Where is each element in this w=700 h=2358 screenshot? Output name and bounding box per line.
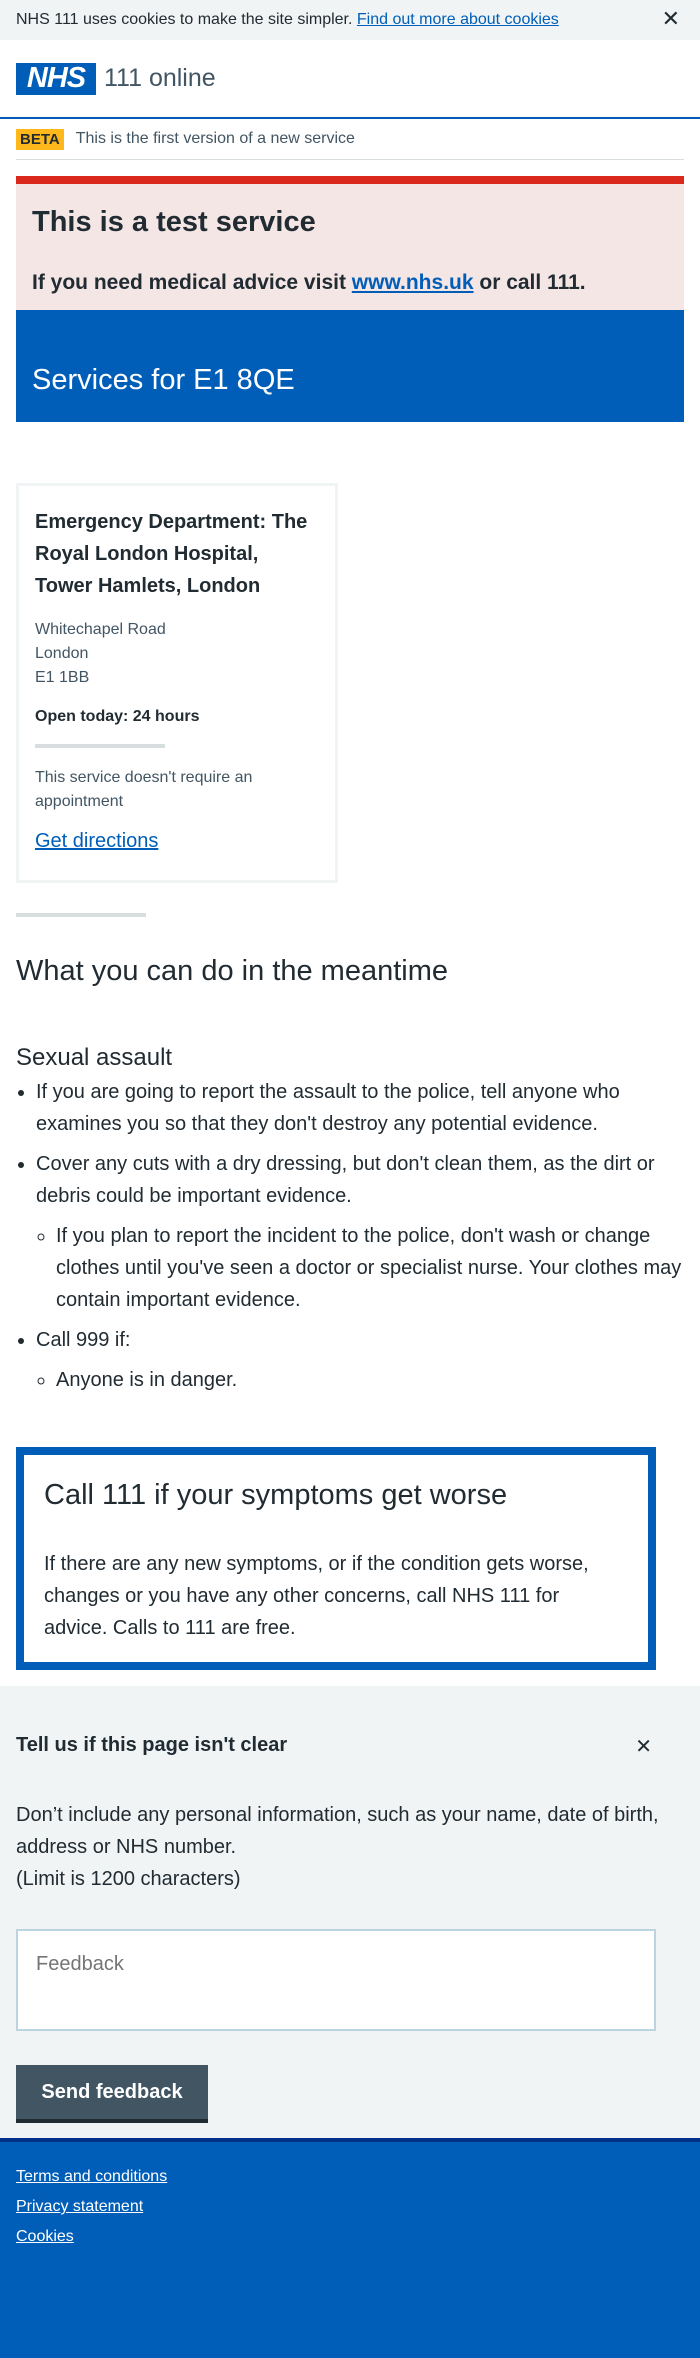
- appointment-note: This service doesn't require an appointm…: [35, 769, 253, 810]
- address-line: E1 1BB: [35, 669, 90, 686]
- meantime-title: What you can do in the meantime: [16, 955, 449, 987]
- cookies-link[interactable]: Cookies: [16, 2228, 684, 2246]
- opening-hours: Open today: 24 hours: [35, 708, 200, 725]
- list-item: Cover any cuts with a dry dressing, but …: [36, 1148, 684, 1316]
- feedback-limit: (Limit is 1200 characters): [16, 1868, 241, 1890]
- service-name-heading: Emergency Department: The Royal London H…: [35, 511, 308, 597]
- nhs-website-link[interactable]: www.nhs.uk: [352, 271, 474, 294]
- cookie-text: NHS 111 uses cookies to make the site si…: [16, 11, 353, 28]
- list-item: Call 999 if: Anyone is in danger.: [36, 1324, 684, 1396]
- test-service-title: This is a test service: [32, 206, 316, 238]
- service-card: Emergency Department: The Royal London H…: [16, 483, 338, 883]
- care-card: Call 111 if your symptoms get worse If t…: [16, 1447, 656, 1670]
- list-item: If you plan to report the incident to th…: [56, 1220, 684, 1316]
- close-icon[interactable]: ✕: [662, 6, 680, 32]
- feedback-section: Tell us if this page isn't clear ✕ Don’t…: [0, 1686, 700, 2138]
- cookie-info-link[interactable]: Find out more about cookies: [357, 11, 559, 29]
- test-service-box: This is a test service If you need medic…: [16, 176, 684, 310]
- beta-text: This is the first version of a new servi…: [75, 130, 355, 147]
- service-address: Whitechapel Road London E1 1BB: [35, 618, 319, 690]
- nhs-logo[interactable]: NHS: [16, 62, 96, 95]
- service-name[interactable]: 111 online: [104, 64, 216, 93]
- address-line: London: [35, 645, 89, 662]
- privacy-link[interactable]: Privacy statement: [16, 2198, 684, 2216]
- address-line: Whitechapel Road: [35, 621, 166, 638]
- care-card-title: Call 111 if your symptoms get worse: [44, 1479, 508, 1511]
- send-feedback-button[interactable]: Send feedback: [16, 2065, 208, 2123]
- feedback-title: Tell us if this page isn't clear: [16, 1734, 288, 1756]
- list-item: If you are going to report the assault t…: [36, 1076, 684, 1140]
- beta-banner: BETA This is the first version of a new …: [16, 119, 684, 160]
- get-directions-link[interactable]: Get directions: [35, 830, 319, 853]
- feedback-hint: Don’t include any personal information, …: [16, 1804, 659, 1890]
- services-banner: Services for E1 8QE: [16, 310, 684, 422]
- list-item: Anyone is in danger.: [56, 1364, 684, 1396]
- feedback-input[interactable]: [16, 1929, 656, 2031]
- cookie-banner: NHS 111 uses cookies to make the site si…: [0, 0, 700, 40]
- advice-list: If you are going to report the assault t…: [16, 1076, 684, 1396]
- care-card-text: If there are any new symptoms, or if the…: [44, 1553, 589, 1639]
- page-title: Services for E1 8QE: [32, 363, 295, 396]
- site-footer: Terms and conditions Privacy statement C…: [0, 2138, 700, 2358]
- terms-link[interactable]: Terms and conditions: [16, 2168, 684, 2186]
- site-header: NHS 111 online: [0, 40, 700, 119]
- meantime-section: What you can do in the meantime Sexual a…: [16, 955, 684, 1404]
- beta-tag: BETA: [16, 128, 64, 150]
- test-service-text: If you need medical advice visit www.nhs…: [32, 271, 586, 294]
- meantime-subtitle: Sexual assault: [16, 1044, 173, 1071]
- section-divider: [16, 913, 146, 917]
- divider: [35, 744, 165, 748]
- close-icon[interactable]: ✕: [635, 1734, 652, 1759]
